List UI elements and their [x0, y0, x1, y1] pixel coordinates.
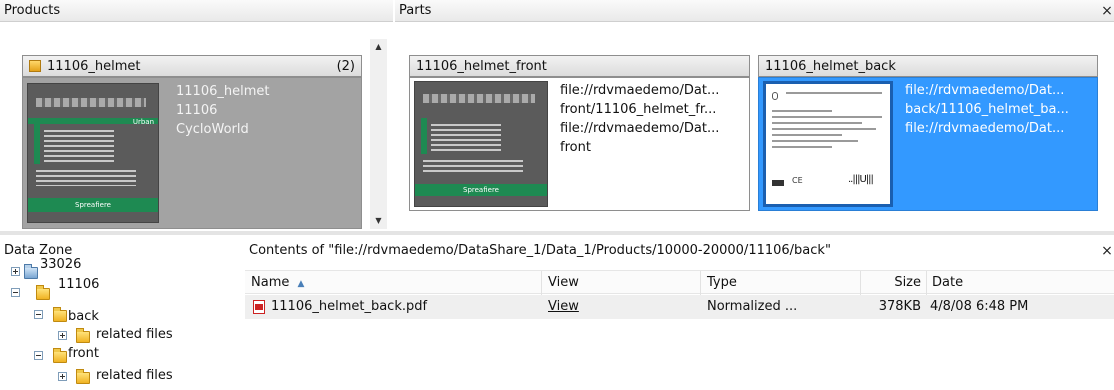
part-meta-back: file://rdvmaedemo/Dat... back/11106_helm… — [905, 81, 1095, 138]
folder-icon — [36, 285, 50, 300]
product-title: 11106_helmet — [47, 59, 141, 74]
tree-label-front-related: related files — [96, 368, 173, 383]
column-header-size[interactable]: Size — [861, 271, 925, 295]
part-back-path-2: back/11106_helmet_ba... — [905, 102, 1069, 117]
front-thumb-band: Spreafiere — [415, 184, 547, 196]
part-title-back: 11106_helmet_back — [765, 59, 896, 74]
tree-label-front: front — [68, 346, 99, 361]
product-icon — [29, 60, 41, 72]
column-name-label: Name — [251, 275, 290, 290]
collapse-icon[interactable] — [34, 310, 43, 319]
contents-header: Contents of "file://rdvmaedemo/DataShare… — [245, 240, 1095, 262]
products-panel: 11106_helmet (2) Urban Spreafiere 11106_… — [0, 23, 393, 230]
parts-close-icon[interactable]: × — [1100, 0, 1114, 22]
column-header-name[interactable]: Name ▲ — [245, 271, 540, 295]
expand-icon[interactable] — [58, 372, 67, 381]
column-header-view[interactable]: View — [542, 271, 699, 295]
product-brand: CycloWorld — [176, 122, 249, 137]
collapse-icon[interactable] — [34, 351, 43, 360]
ce-mark: CE — [792, 176, 803, 185]
network-folder-icon — [24, 264, 38, 279]
parts-panel: 11106_helmet_front Spreafiere file://rdv… — [395, 23, 1114, 230]
parts-header: Parts — [395, 0, 1114, 22]
horizontal-splitter[interactable] — [0, 231, 1114, 235]
products-title: Products — [4, 3, 61, 18]
collapse-icon[interactable] — [11, 288, 20, 297]
part-thumbnail-front: Spreafiere — [414, 81, 548, 207]
tree-label-33026: 33026 — [40, 257, 82, 272]
barcode-icon: ..|||U||| — [848, 174, 874, 185]
part-back-path-3: file://rdvmaedemo/Dat... — [905, 121, 1065, 136]
parts-title: Parts — [399, 3, 432, 18]
table-header-row: Name ▲ View Type Size Date — [245, 270, 1114, 295]
folder-icon — [76, 369, 90, 384]
product-card-title[interactable]: 11106_helmet (2) — [22, 55, 362, 77]
products-header: Products — [0, 0, 393, 22]
thumb-band-text: Spreafiere — [28, 198, 158, 212]
contents-title: Contents of "file://rdvmaedemo/DataShare… — [249, 243, 831, 258]
folder-icon — [76, 328, 90, 343]
file-size: 378KB — [878, 299, 921, 314]
part-front-path-2: front/11106_helmet_fr... — [560, 102, 717, 117]
datazone-tree: 33026 11106 back related files front rel… — [0, 257, 240, 390]
part-card-front[interactable]: Spreafiere file://rdvmaedemo/Dat... fron… — [409, 77, 750, 211]
part-back-path-1: file://rdvmaedemo/Dat... — [905, 83, 1065, 98]
folder-icon — [53, 307, 67, 322]
file-date: 4/8/08 6:48 PM — [930, 299, 1029, 314]
scroll-up-icon[interactable]: ▲ — [370, 39, 387, 55]
tree-label-11106: 11106 — [58, 277, 100, 292]
product-number: 11106 — [176, 103, 218, 118]
thumb-tag: Urban — [28, 118, 158, 126]
scroll-down-icon[interactable]: ▼ — [370, 213, 387, 229]
part-thumbnail-back: CE ..|||U||| — [763, 81, 893, 207]
part-card-title-back[interactable]: 11106_helmet_back — [758, 55, 1098, 77]
product-count: (2) — [336, 59, 355, 74]
contents-table: Name ▲ View Type Size Date 11106_helmet_… — [245, 268, 1114, 390]
tree-label-back: back — [68, 309, 99, 324]
column-header-date[interactable]: Date — [926, 271, 1106, 295]
contents-close-icon[interactable]: × — [1100, 240, 1114, 262]
file-name[interactable]: 11106_helmet_back.pdf — [271, 295, 539, 319]
file-type: Normalized ... — [707, 299, 798, 314]
part-front-path-4: front — [560, 140, 591, 155]
folder-icon — [53, 348, 67, 363]
tree-label-back-related: related files — [96, 327, 173, 342]
part-card-back[interactable]: CE ..|||U||| file://rdvmaedemo/Dat... ba… — [758, 77, 1098, 211]
table-row[interactable]: 11106_helmet_back.pdf View Normalized ..… — [245, 295, 1114, 319]
expand-icon[interactable] — [11, 267, 20, 276]
product-meta: 11106_helmet 11106 CycloWorld — [176, 82, 356, 139]
product-card[interactable]: Urban Spreafiere 11106_helmet 11106 Cycl… — [22, 77, 362, 229]
part-meta-front: file://rdvmaedemo/Dat... front/11106_hel… — [560, 81, 746, 157]
pdf-file-icon — [253, 300, 265, 314]
file-view-link[interactable]: View — [548, 295, 628, 319]
product-thumbnail: Urban Spreafiere — [27, 83, 159, 223]
expand-icon[interactable] — [58, 331, 67, 340]
part-card-title-front[interactable]: 11106_helmet_front — [409, 55, 750, 77]
part-front-path-3: file://rdvmaedemo/Dat... — [560, 121, 720, 136]
product-name: 11106_helmet — [176, 84, 270, 99]
part-front-path-1: file://rdvmaedemo/Dat... — [560, 83, 720, 98]
products-scrollbar[interactable]: ▲ ▼ — [370, 39, 387, 229]
datazone-header: Data Zone — [0, 240, 245, 262]
column-header-type[interactable]: Type — [701, 271, 859, 295]
part-title-front: 11106_helmet_front — [416, 59, 547, 74]
sort-ascending-icon: ▲ — [297, 279, 305, 289]
